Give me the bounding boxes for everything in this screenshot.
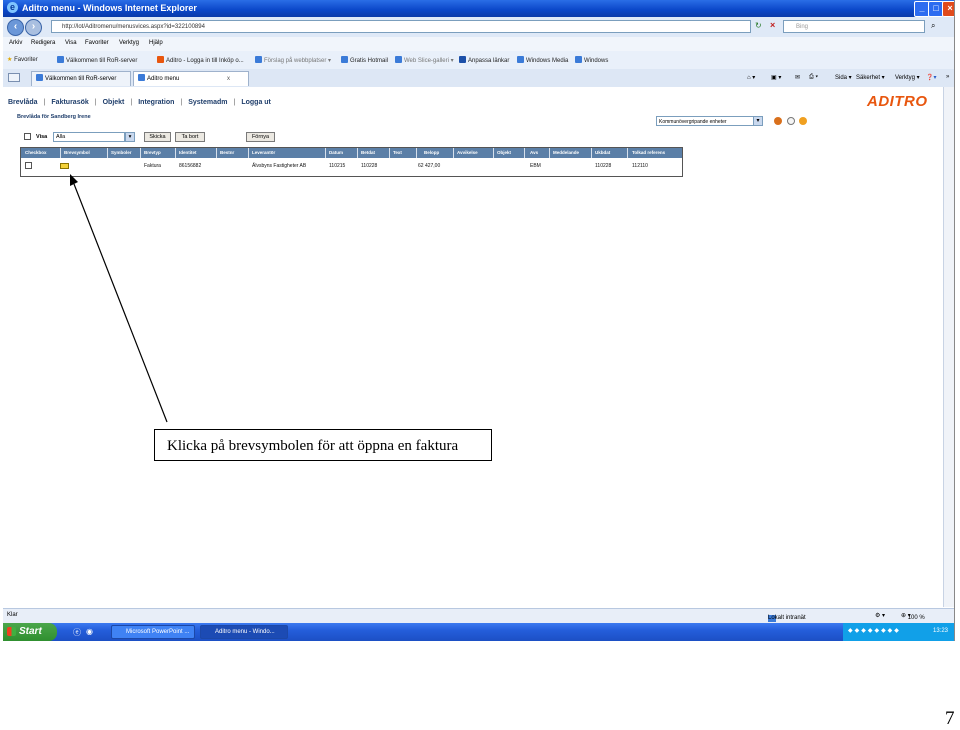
page-number: 7	[945, 708, 955, 729]
instruction-callout: Klicka på brevsymbolen för att öppna en …	[154, 429, 492, 461]
annotation-arrow	[70, 174, 168, 423]
